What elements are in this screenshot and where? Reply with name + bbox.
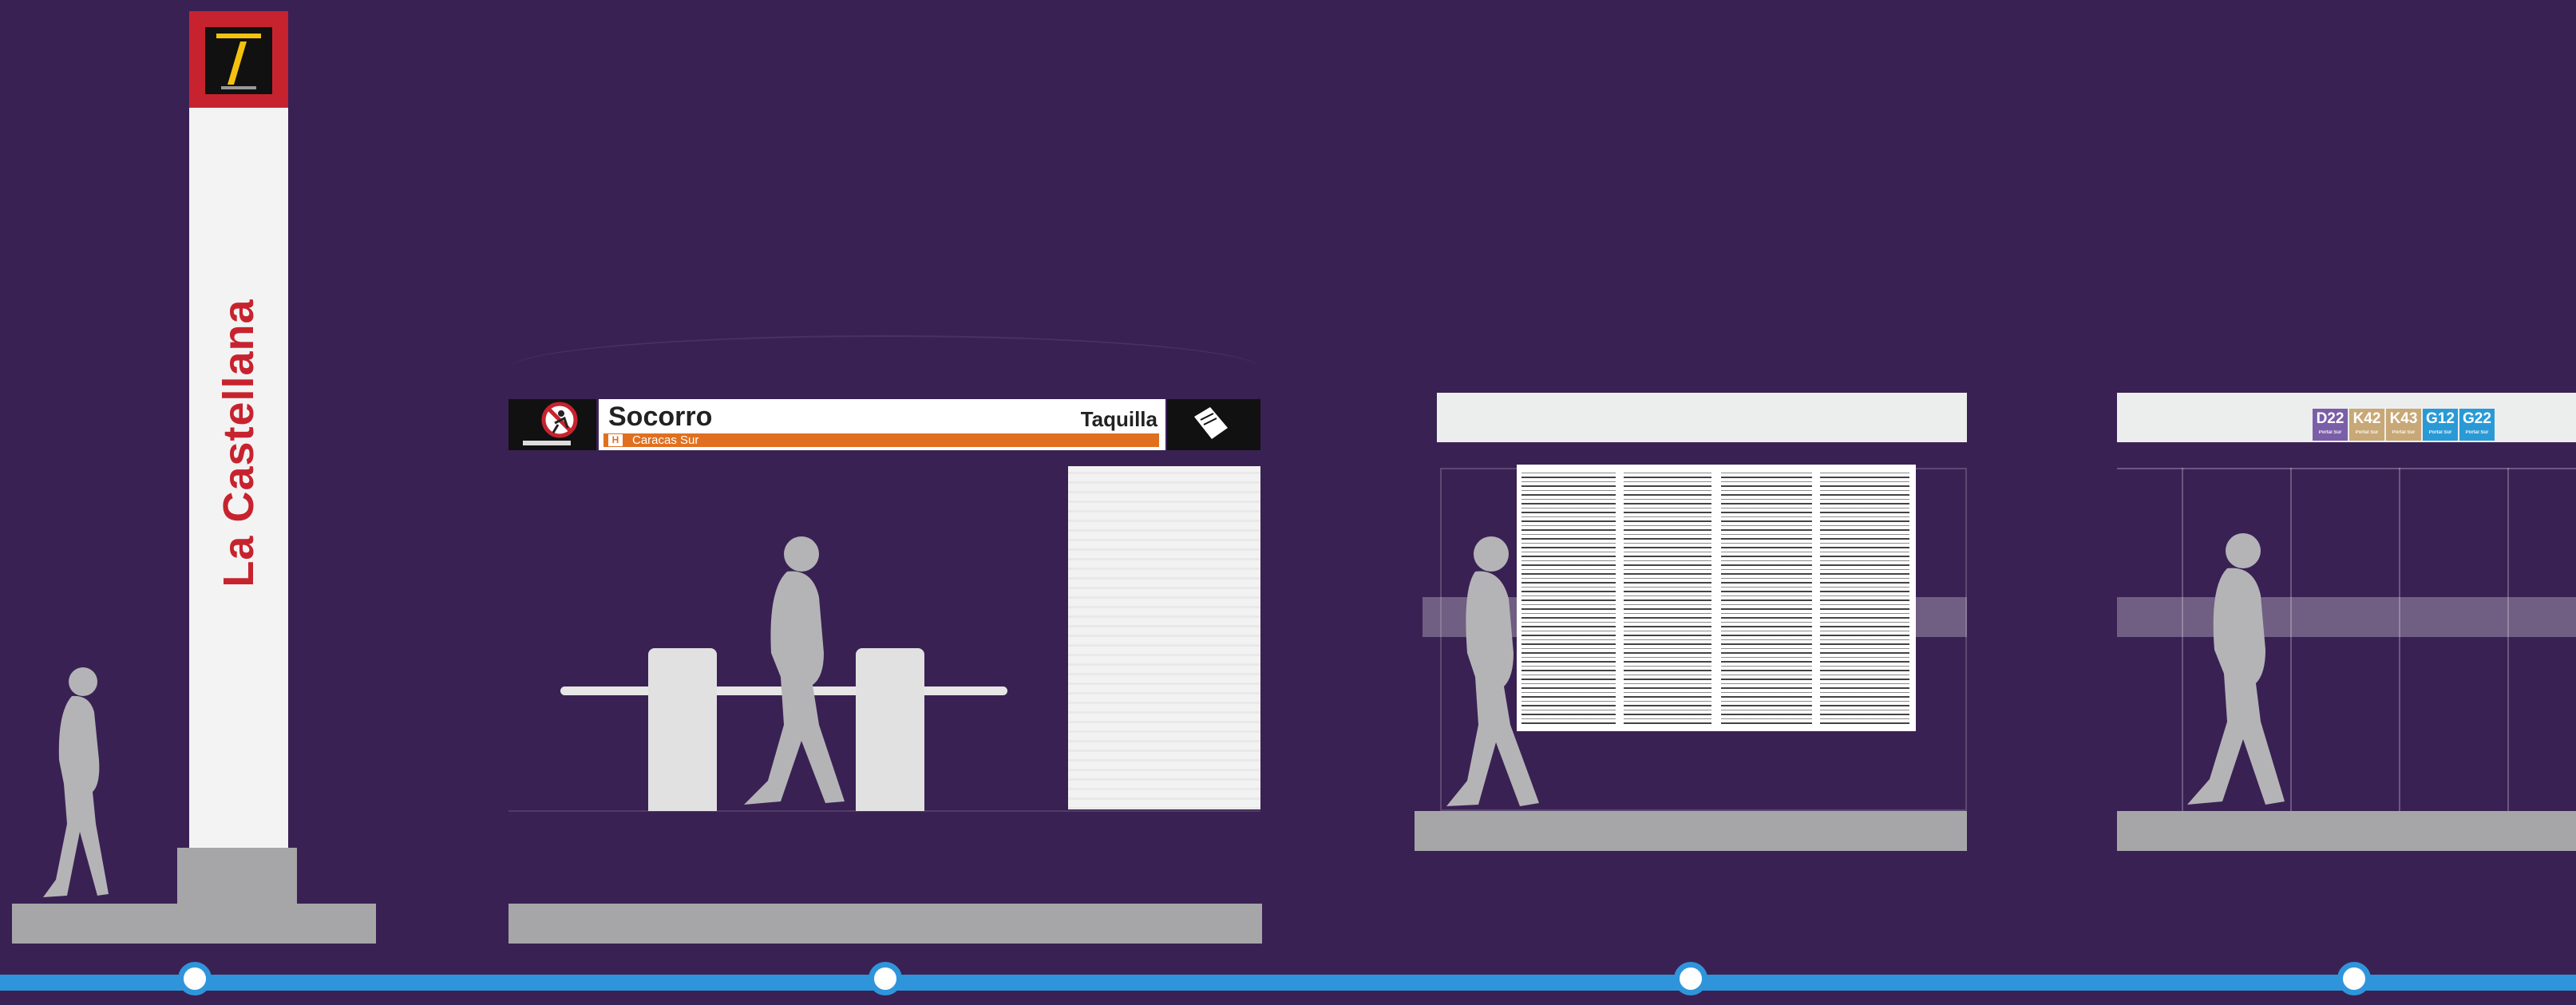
totem-floor — [12, 904, 376, 944]
glass-divider — [2290, 468, 2292, 811]
route-map-panel — [1517, 465, 1916, 731]
station-totem: La Castellana — [189, 108, 288, 848]
ticket-icon — [1194, 407, 1228, 439]
person-silhouette — [744, 536, 845, 805]
service-label: Taquilla — [1080, 407, 1157, 431]
totem-station-name: La Castellana — [215, 299, 263, 588]
transmilenio-logo-icon — [205, 27, 272, 94]
sign-left-panel — [508, 399, 596, 450]
route-tag-k42: K42 Portal Sur — [2349, 409, 2384, 441]
route-tag-g22: G22 Portal Sur — [2459, 409, 2495, 441]
glass-divider — [2507, 468, 2509, 811]
person-silhouette — [2187, 533, 2285, 805]
totem-base — [177, 848, 297, 905]
station-floor — [1415, 811, 1967, 851]
ticket-booth — [1068, 466, 1260, 809]
timeline-node[interactable] — [2337, 962, 2371, 995]
station-sign: Socorro Taquilla H Caracas Sur — [599, 399, 1165, 450]
turnstile-post — [856, 648, 924, 811]
glass-divider — [2399, 468, 2400, 811]
timeline-node[interactable] — [1674, 962, 1707, 995]
timeline-track — [0, 975, 2576, 991]
person-silhouette — [43, 667, 109, 897]
route-tag-d22: D22 Portal Sur — [2313, 409, 2348, 441]
line-bar: H Caracas Sur — [603, 433, 1159, 447]
roof-outline — [508, 335, 1260, 369]
timeline-node[interactable] — [178, 962, 212, 995]
panel-header — [1437, 393, 1967, 442]
line-badge: H — [608, 434, 623, 446]
sign-right-panel — [1167, 399, 1260, 450]
totem-logo-panel — [189, 11, 288, 108]
route-tag-k43: K43 Portal Sur — [2386, 409, 2421, 441]
line-destination: Caracas Sur — [632, 433, 699, 447]
station-floor — [508, 904, 1262, 944]
station-sub-outline — [508, 810, 1260, 900]
timeline-node[interactable] — [869, 962, 902, 995]
no-running-icon — [523, 402, 578, 445]
station-floor — [2117, 811, 2576, 851]
person-silhouette — [1446, 536, 1539, 806]
turnstile-post — [648, 648, 717, 811]
glass-divider — [2117, 468, 2576, 469]
route-tag-g12: G12 Portal Sur — [2423, 409, 2458, 441]
station-name: Socorro — [608, 402, 713, 432]
